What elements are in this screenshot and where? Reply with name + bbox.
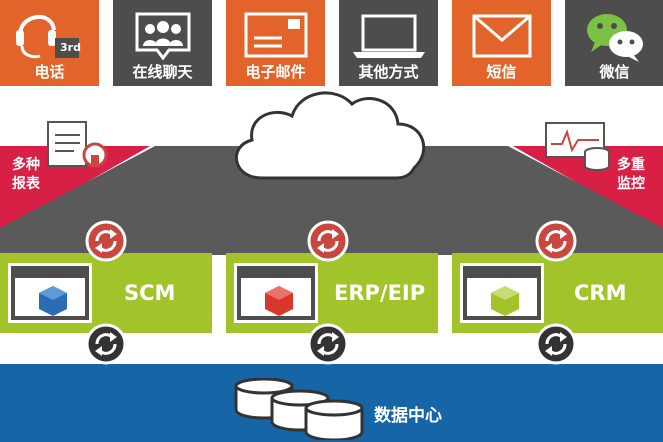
cube-icon <box>265 286 293 316</box>
app-window-icon <box>8 263 92 323</box>
cube-icon <box>491 286 519 316</box>
app-window-icon <box>234 263 318 323</box>
sync-icon <box>535 220 577 262</box>
right-corner-label: 多重 监控 <box>617 156 645 194</box>
channel-email[interactable]: 电子邮件 <box>226 0 325 86</box>
data-center[interactable]: 数据中心 <box>0 364 663 442</box>
channel-label: 其他方式 <box>358 63 419 81</box>
database-icon <box>234 378 364 440</box>
cube-icon <box>39 286 67 316</box>
channel-label: 电话 <box>34 63 65 81</box>
system-scm[interactable]: SCM <box>0 253 212 333</box>
right-corner-line1: 多重 <box>617 157 645 173</box>
sync-icon <box>85 220 127 262</box>
sync-icon <box>85 323 127 365</box>
left-corner-label: 多种 报表 <box>12 156 40 194</box>
report-icon <box>47 121 108 168</box>
system-name: ERP/EIP <box>334 281 426 305</box>
channel-phone[interactable]: 3rd 电话 <box>0 0 99 86</box>
app-window-icon <box>460 263 544 323</box>
sync-icon <box>307 323 349 365</box>
left-corner-line1: 多种 <box>12 157 40 173</box>
cloud-icon <box>235 91 426 180</box>
system-name: CRM <box>574 281 627 305</box>
channel-label: 微信 <box>599 63 630 81</box>
data-center-label: 数据中心 <box>374 406 442 426</box>
channel-label: 电子邮件 <box>245 63 306 81</box>
channel-wechat[interactable]: 微信 <box>565 0 663 86</box>
right-corner-line2: 监控 <box>617 176 645 192</box>
sync-icon <box>307 220 349 262</box>
channel-label: 在线聊天 <box>132 63 193 81</box>
channel-online-chat[interactable]: 在线聊天 <box>113 0 212 86</box>
channel-label: 短信 <box>486 63 517 81</box>
channel-other[interactable]: 其他方式 <box>339 0 438 86</box>
channel-sms[interactable]: 短信 <box>452 0 551 86</box>
cloud-platform <box>0 91 663 255</box>
left-corner-line2: 报表 <box>12 176 40 192</box>
sync-icon <box>535 323 577 365</box>
system-erp-eip[interactable]: ERP/EIP <box>226 253 438 333</box>
system-crm[interactable]: CRM <box>452 253 663 333</box>
third-party-badge: 3rd <box>60 41 81 54</box>
system-name: SCM <box>124 281 176 305</box>
